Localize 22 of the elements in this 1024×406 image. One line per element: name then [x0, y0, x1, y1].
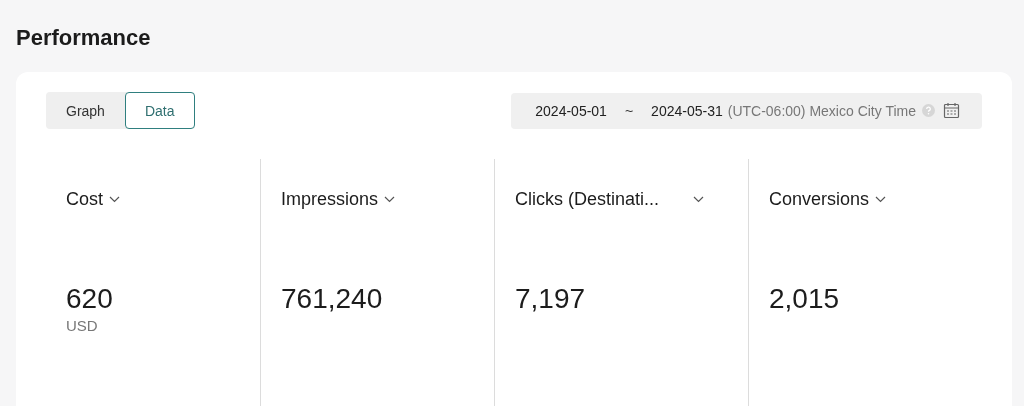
metric-value: 7,197 — [515, 283, 587, 315]
metric-value: 761,240 — [281, 283, 384, 315]
caret-icon[interactable] — [693, 195, 704, 203]
range-separator: ~ — [624, 102, 634, 119]
calendar-icon[interactable] — [943, 102, 960, 119]
start-date: 2024-05-01 — [535, 102, 607, 119]
page-title: Performance — [16, 24, 152, 52]
metric-value: 620 — [66, 283, 114, 315]
view-tab[interactable]: Graph — [46, 92, 125, 129]
metric-unit: USD — [66, 317, 99, 334]
metric-label[interactable]: Conversions — [769, 188, 870, 210]
view-tab[interactable]: Data — [124, 92, 195, 129]
metric-value: 2,015 — [769, 283, 841, 315]
date-range-picker[interactable]: 2024-05-01 ~ 2024-05-31 (UTC-06:00) Mexico City Time — [511, 92, 982, 129]
end-date: 2024-05-31 — [651, 102, 723, 119]
timezone-label: (UTC-06:00) Mexico City Time — [727, 102, 916, 119]
metric-label[interactable]: Clicks (Destinati... — [515, 188, 687, 210]
metric-label[interactable]: Cost — [66, 188, 103, 210]
caret-icon[interactable] — [875, 195, 887, 203]
metric-label[interactable]: Impressions — [281, 188, 379, 210]
caret-icon[interactable] — [109, 195, 120, 203]
caret-icon[interactable] — [384, 195, 396, 203]
